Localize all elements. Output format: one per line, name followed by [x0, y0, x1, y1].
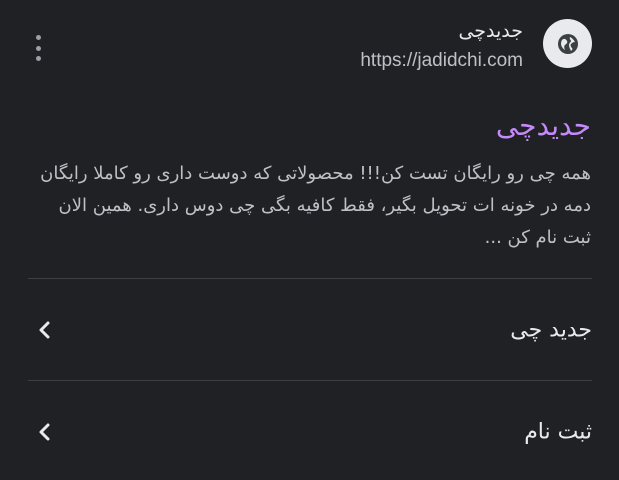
- favicon[interactable]: [543, 19, 592, 68]
- site-info[interactable]: جدیدچی https://jadidchi.com: [360, 18, 523, 74]
- sitelink-label: ثبت نام: [524, 419, 592, 445]
- result-title-link[interactable]: جدیدچی: [496, 104, 591, 148]
- site-name: جدیدچی: [458, 20, 523, 42]
- more-options-button[interactable]: [28, 33, 48, 63]
- result-header: جدیدچی https://jadidchi.com: [0, 0, 619, 90]
- more-vert-icon: [35, 35, 41, 40]
- chevron-left-icon: [39, 423, 50, 441]
- result-snippet: همه چی رو رایگان تست کن!!! محصولاتی که د…: [40, 163, 591, 248]
- sitelink-jadid-chi[interactable]: جدید چی: [28, 280, 592, 380]
- site-url: https://jadidchi.com: [360, 50, 523, 71]
- sitelink-label: جدید چی: [510, 317, 592, 343]
- globe-icon: [557, 33, 578, 54]
- sitelink-register[interactable]: ثبت نام: [28, 382, 592, 480]
- divider: [28, 278, 592, 279]
- chevron-left-icon: [39, 321, 50, 339]
- more-vert-icon-dot: [35, 56, 41, 61]
- divider: [28, 380, 592, 381]
- more-vert-icon-dot: [35, 45, 41, 51]
